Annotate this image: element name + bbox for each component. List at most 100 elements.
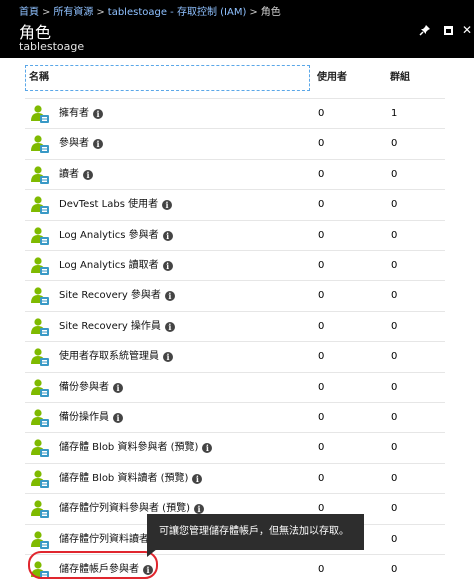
users-count: 0: [318, 412, 325, 423]
breadcrumb-separator: >: [42, 7, 51, 18]
info-icon[interactable]: i: [162, 230, 173, 241]
role-name: Log Analytics 參與者 i: [59, 221, 173, 251]
table-row[interactable]: 使用者存取系統管理員 i 0 0: [25, 341, 445, 371]
users-count: 0: [318, 168, 325, 180]
role-name-text: 備份操作員: [59, 412, 109, 423]
table-row[interactable]: Log Analytics 參與者 i 0 0: [25, 219, 445, 251]
users-count: 0: [318, 442, 325, 454]
info-icon[interactable]: i: [93, 109, 103, 119]
tooltip-arrow: [147, 549, 157, 557]
role-icon: [30, 317, 50, 337]
breadcrumb-all-resources[interactable]: 所有資源: [53, 7, 93, 18]
role-name: 使用者存取系統管理員 i: [59, 342, 173, 372]
breadcrumb-home[interactable]: 首頁: [19, 7, 39, 18]
role-name: DevTest Labs 使用者 i: [59, 190, 173, 220]
pin-icon: [419, 25, 430, 36]
groups-count: 1: [391, 108, 398, 119]
groups-count: 0: [391, 290, 398, 302]
info-icon[interactable]: i: [163, 352, 173, 363]
role-icon: [30, 378, 50, 398]
maximize-button[interactable]: [439, 21, 457, 39]
info-icon[interactable]: i: [202, 443, 213, 454]
info-icon[interactable]: i: [93, 139, 103, 150]
table-row[interactable]: 儲存體 Blob 資料參與者 (預覽) i 0 0: [25, 432, 445, 462]
table-row[interactable]: 參與者 i 0 0: [25, 128, 445, 158]
users-count: 0: [318, 320, 325, 332]
table-row[interactable]: 備份參與者 i 0 0: [25, 371, 445, 403]
role-name-text: 參與者: [59, 138, 89, 150]
users-count: 0: [318, 351, 325, 363]
info-icon[interactable]: i: [162, 261, 173, 271]
table-row[interactable]: Site Recovery 操作員 i 0 0: [25, 310, 445, 342]
groups-count: 0: [391, 533, 398, 545]
table-row[interactable]: 擁有者 i 0 1: [25, 98, 445, 128]
groups-count: 0: [391, 138, 398, 150]
role-name: 備份操作員 i: [59, 403, 123, 433]
info-icon[interactable]: i: [164, 291, 175, 302]
table-row[interactable]: DevTest Labs 使用者 i 0 0: [25, 189, 445, 219]
breadcrumb: 首頁 > 所有資源 > tablestoage - 存取控制 (IAM) > 角色: [19, 3, 281, 18]
users-count: 0: [318, 472, 325, 484]
users-count: 0: [318, 229, 325, 241]
role-icon: [30, 469, 50, 489]
blade-header: 首頁 > 所有資源 > tablestoage - 存取控制 (IAM) > 角色 角色 t…: [0, 0, 474, 58]
info-icon[interactable]: i: [192, 473, 203, 484]
info-icon[interactable]: i: [162, 200, 173, 211]
role-name-text: DevTest Labs 使用者: [59, 199, 159, 211]
info-icon[interactable]: i: [113, 413, 123, 423]
info-icon[interactable]: i: [83, 169, 93, 180]
table-row[interactable]: 讀者 i 0 0: [25, 158, 445, 189]
role-name-text: 備份參與者: [59, 381, 109, 393]
info-icon[interactable]: i: [113, 382, 123, 393]
maximize-icon: [443, 25, 453, 35]
users-count: 0: [318, 381, 325, 393]
column-header-name[interactable]: 名稱: [25, 65, 310, 91]
info-icon[interactable]: i: [193, 504, 204, 515]
info-icon[interactable]: i: [164, 321, 175, 332]
role-name: Site Recovery 參與者 i: [59, 281, 175, 311]
info-icon[interactable]: i: [143, 565, 153, 575]
role-icon: [30, 499, 50, 519]
table-row[interactable]: Log Analytics 讀取者 i 0 0: [25, 250, 445, 280]
breadcrumb-current: 角色: [260, 7, 281, 18]
role-name-text: 儲存體 Blob 資料讀者 (預覽): [59, 472, 189, 484]
groups-count: 0: [391, 442, 398, 454]
table-row[interactable]: 儲存體 Blob 資料讀者 (預覽) i 0 0: [25, 462, 445, 494]
table-row[interactable]: 儲存體帳戶參與者 i 0 0: [25, 554, 445, 583]
table-row[interactable]: 備份操作員 i 0 0: [25, 402, 445, 432]
role-name-text: 儲存體帳戶參與者: [59, 564, 139, 575]
role-name: Site Recovery 操作員 i: [59, 312, 175, 342]
role-name-text: Site Recovery 操作員: [59, 320, 161, 332]
role-icon: [30, 195, 50, 215]
role-name: 儲存體帳戶參與者 i: [59, 555, 153, 583]
groups-count: 0: [391, 503, 398, 515]
role-name-text: 儲存體 Blob 資料參與者 (預覽): [59, 442, 199, 454]
role-name: 儲存體 Blob 資料讀者 (預覽) i: [59, 464, 203, 494]
role-icon: [30, 286, 50, 306]
role-name-text: 使用者存取系統管理員: [59, 351, 159, 363]
role-name-text: Log Analytics 讀取者: [59, 260, 159, 271]
role-description-tooltip: 可讓您管理儲存體帳戶，但無法加以存取。: [147, 514, 364, 557]
column-header-users[interactable]: 使用者: [317, 65, 347, 91]
role-icon: [30, 530, 50, 550]
groups-count: 0: [391, 260, 398, 271]
role-icon: [30, 165, 50, 185]
groups-count: 0: [391, 199, 398, 211]
role-name-text: 儲存體佇列資料參與者 (預覽): [59, 503, 190, 515]
users-count: 0: [318, 138, 325, 150]
table-row[interactable]: Site Recovery 參與者 i 0 0: [25, 280, 445, 310]
close-button[interactable]: ✕: [458, 21, 474, 39]
role-icon: [30, 408, 50, 428]
users-count: 0: [318, 260, 325, 271]
users-count: 0: [318, 290, 325, 302]
role-icon: [30, 134, 50, 154]
groups-count: 0: [391, 320, 398, 332]
column-header-groups[interactable]: 群組: [390, 65, 410, 91]
users-count: 0: [318, 564, 325, 575]
pin-button[interactable]: [416, 21, 434, 39]
role-name: Log Analytics 讀取者 i: [59, 251, 173, 281]
groups-count: 0: [391, 351, 398, 363]
groups-count: 0: [391, 564, 398, 575]
role-name: 備份參與者 i: [59, 373, 123, 403]
breadcrumb-iam[interactable]: tablestoage - 存取控制 (IAM): [108, 7, 247, 18]
